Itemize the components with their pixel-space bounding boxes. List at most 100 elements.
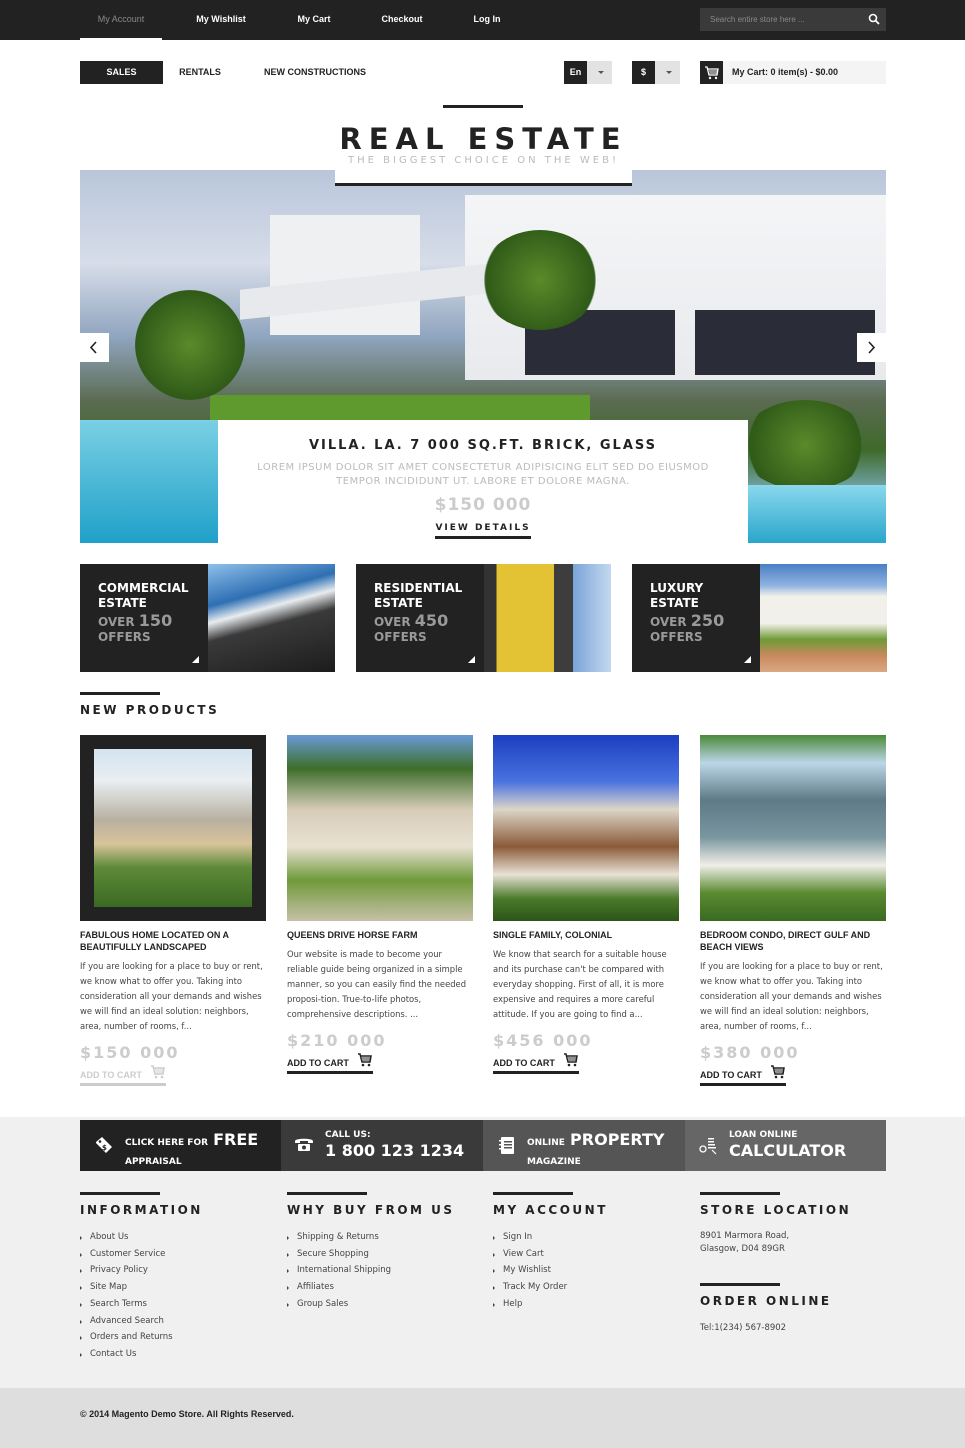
footer-link-international-shipping[interactable]: International Shipping bbox=[287, 1262, 455, 1279]
footer-link-site-map[interactable]: Site Map bbox=[80, 1279, 203, 1296]
loan-calculator-promo[interactable]: LOAN ONLINE CALCULATOR bbox=[685, 1120, 886, 1171]
add-to-cart-label: ADD TO CART bbox=[493, 1058, 555, 1068]
store-address-line2: Glasgow, D04 89GR bbox=[700, 1244, 785, 1254]
mini-cart[interactable]: My Cart: 0 item(s) - $0.00 bbox=[700, 61, 886, 84]
site-logo[interactable]: REAL ESTATE bbox=[335, 122, 632, 156]
footer-link-group-sales[interactable]: Group Sales bbox=[287, 1296, 455, 1313]
promo-text: APPRAISAL bbox=[125, 1157, 182, 1167]
footer-link-search-terms[interactable]: Search Terms bbox=[80, 1296, 203, 1313]
slide-caption: VILLA. LA. 7 000 SQ.FT. BRICK, GLASS LOR… bbox=[218, 420, 748, 543]
product-description: Our website is made to become your relia… bbox=[287, 949, 467, 1019]
slider-prev-button[interactable] bbox=[80, 333, 109, 362]
product-name[interactable]: QUEENS DRIVE HORSE FARM bbox=[287, 929, 473, 941]
banner-luxury-estate[interactable]: LUXURY ESTATE OVER 250 OFFERS bbox=[632, 564, 887, 672]
promo-text: LOAN ONLINE bbox=[729, 1130, 798, 1140]
cart-icon bbox=[770, 1065, 785, 1079]
call-us-promo[interactable]: CALL US: 1 800 123 1234 bbox=[281, 1120, 483, 1171]
banner-title: ESTATE bbox=[650, 596, 699, 610]
product-description: We know that search for a suitable house… bbox=[493, 949, 667, 1019]
footer-link-about-us[interactable]: About Us bbox=[80, 1229, 203, 1246]
logo-divider bbox=[443, 105, 523, 108]
view-details-button[interactable]: VIEW DETAILS bbox=[435, 523, 531, 539]
product-image[interactable] bbox=[493, 735, 679, 921]
residential-building-image bbox=[484, 564, 611, 672]
store-address-line1: 8901 Marmora Road, bbox=[700, 1231, 790, 1241]
banner-offers: OFFERS bbox=[650, 630, 703, 644]
promo-text: CLICK HERE FOR bbox=[125, 1138, 209, 1148]
add-to-cart-label: ADD TO CART bbox=[80, 1070, 142, 1080]
banner-count: 150 bbox=[138, 611, 173, 630]
banner-title: LUXURY bbox=[650, 581, 704, 595]
product-name[interactable]: SINGLE FAMILY, COLONIAL bbox=[493, 929, 679, 941]
cart-icon bbox=[150, 1065, 165, 1079]
currency-select[interactable]: $ bbox=[632, 61, 680, 84]
footer-link-help[interactable]: Help bbox=[493, 1296, 608, 1313]
pool-image bbox=[748, 485, 886, 543]
top-link-my-account[interactable]: My Account bbox=[80, 0, 162, 40]
banner-title: ESTATE bbox=[374, 596, 423, 610]
product-image[interactable] bbox=[287, 735, 473, 921]
search-icon[interactable] bbox=[868, 13, 880, 25]
product-image[interactable] bbox=[700, 735, 886, 921]
product-price: $456 000 bbox=[493, 1031, 593, 1050]
footer-link-secure-shopping[interactable]: Secure Shopping bbox=[287, 1246, 455, 1263]
free-appraisal-promo[interactable]: $ CLICK HERE FOR FREE APPRAISAL bbox=[80, 1120, 281, 1171]
promo-big-text: PROPERTY bbox=[570, 1130, 665, 1149]
language-select[interactable]: En bbox=[564, 61, 612, 84]
product-name[interactable]: FABULOUS HOME LOCATED ON A BEAUTIFULLY L… bbox=[80, 929, 266, 953]
footer-link-affiliates[interactable]: Affiliates bbox=[287, 1279, 455, 1296]
footer-my-account: MY ACCOUNT Sign In View Cart My Wishlist… bbox=[493, 1192, 608, 1313]
cart-summary: My Cart: 0 item(s) - $0.00 bbox=[732, 67, 839, 77]
slide-description: LOREM IPSUM DOLOR SIT AMET CONSECTETUR A… bbox=[257, 462, 709, 487]
currency-value: $ bbox=[632, 61, 655, 84]
hero-slider: VILLA. LA. 7 000 SQ.FT. BRICK, GLASS LOR… bbox=[80, 170, 886, 543]
promo-text: ONLINE bbox=[527, 1138, 565, 1148]
top-link-my-wishlist[interactable]: My Wishlist bbox=[180, 0, 262, 40]
slide-price: $150 000 bbox=[434, 495, 532, 515]
footer-link-orders-and-returns[interactable]: Orders and Returns bbox=[80, 1329, 203, 1346]
add-to-cart-button[interactable]: ADD TO CART bbox=[80, 1065, 166, 1086]
banner-residential-estate[interactable]: RESIDENTIAL ESTATE OVER 450 OFFERS bbox=[356, 564, 611, 672]
footer-link-contact-us[interactable]: Contact Us bbox=[80, 1346, 203, 1363]
footer-link-privacy-policy[interactable]: Privacy Policy bbox=[80, 1262, 203, 1279]
product-card: SINGLE FAMILY, COLONIAL We know that sea… bbox=[493, 735, 679, 1074]
banner-commercial-estate[interactable]: COMMERCIAL ESTATE OVER 150 OFFERS bbox=[80, 564, 335, 672]
product-name[interactable]: BEDROOM CONDO, DIRECT GULF AND BEACH VIE… bbox=[700, 929, 886, 953]
footer-link-advanced-search[interactable]: Advanced Search bbox=[80, 1313, 203, 1330]
product-image[interactable] bbox=[80, 735, 266, 921]
cart-icon bbox=[563, 1053, 578, 1067]
chevron-left-icon bbox=[89, 341, 97, 354]
top-bar: My Account My Wishlist My Cart Checkout … bbox=[0, 0, 965, 40]
nav-rentals[interactable]: RENTALS bbox=[165, 61, 235, 84]
nav-sales[interactable]: SALES bbox=[80, 61, 163, 84]
search-input[interactable] bbox=[700, 8, 860, 31]
footer-link-sign-in[interactable]: Sign In bbox=[493, 1229, 608, 1246]
footer-link-my-wishlist[interactable]: My Wishlist bbox=[493, 1262, 608, 1279]
top-link-checkout[interactable]: Checkout bbox=[361, 0, 443, 40]
nav-new-constructions[interactable]: NEW CONSTRUCTIONS bbox=[255, 61, 375, 84]
chevron-down-icon bbox=[666, 71, 672, 74]
footer-store-location-title: STORE LOCATION bbox=[700, 1203, 852, 1217]
property-magazine-promo[interactable]: ONLINE PROPERTY MAGAZINE bbox=[483, 1120, 685, 1171]
banner-title: RESIDENTIAL bbox=[374, 581, 463, 595]
footer-link-shipping-returns[interactable]: Shipping & Returns bbox=[287, 1229, 455, 1246]
add-to-cart-button[interactable]: ADD TO CART bbox=[287, 1053, 373, 1074]
slider-next-button[interactable] bbox=[857, 333, 886, 362]
footer-information: INFORMATION About Us Customer Service Pr… bbox=[80, 1192, 203, 1363]
footer-link-view-cart[interactable]: View Cart bbox=[493, 1246, 608, 1263]
order-phone: Tel:1(234) 567-8902 bbox=[700, 1323, 787, 1333]
footer-link-track-my-order[interactable]: Track My Order bbox=[493, 1279, 608, 1296]
footer-information-title: INFORMATION bbox=[80, 1203, 203, 1217]
promo-big-text: CALCULATOR bbox=[729, 1141, 847, 1160]
banner-over: OVER bbox=[650, 615, 687, 629]
promo-big-text: FREE bbox=[213, 1130, 259, 1149]
product-card: QUEENS DRIVE HORSE FARM Our website is m… bbox=[287, 735, 473, 1074]
add-to-cart-button[interactable]: ADD TO CART bbox=[700, 1065, 786, 1086]
top-link-my-cart[interactable]: My Cart bbox=[273, 0, 355, 40]
product-description: If you are looking for a place to buy or… bbox=[80, 961, 263, 1031]
corner-arrow-icon bbox=[468, 656, 475, 663]
top-link-log-in[interactable]: Log In bbox=[446, 0, 528, 40]
pool-image bbox=[80, 420, 220, 543]
footer-link-customer-service[interactable]: Customer Service bbox=[80, 1246, 203, 1263]
add-to-cart-button[interactable]: ADD TO CART bbox=[493, 1053, 579, 1074]
